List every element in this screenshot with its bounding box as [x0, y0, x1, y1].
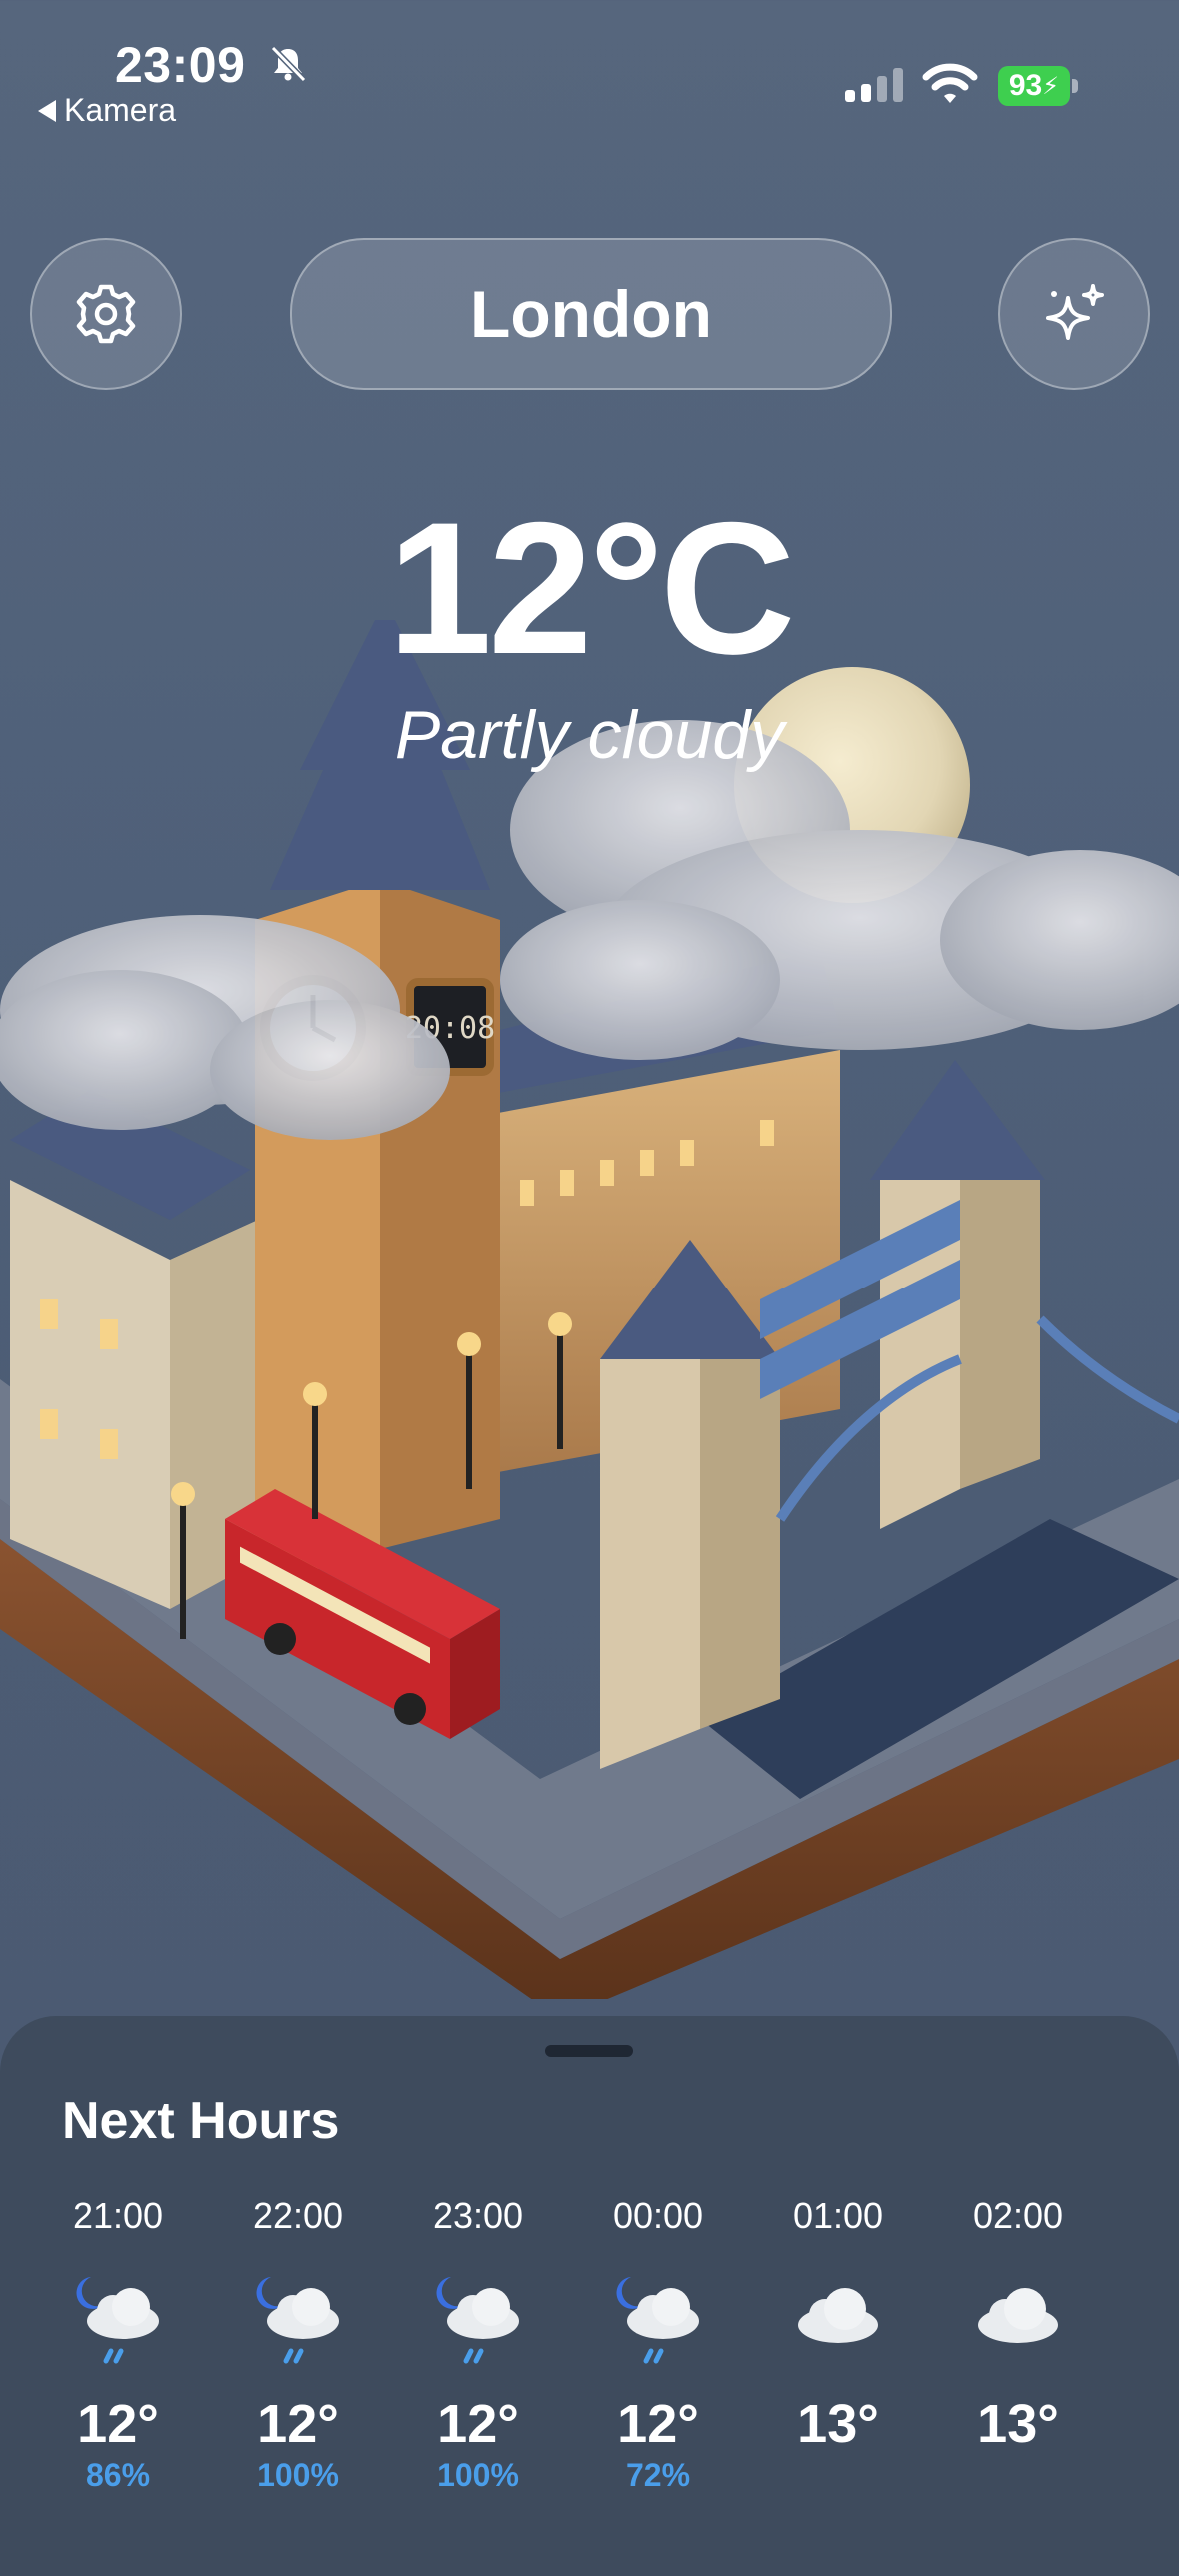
moon-cloud-rain-icon: [616, 2277, 699, 2364]
gear-icon: [76, 284, 136, 344]
moon-cloud-rain-icon: [76, 2277, 159, 2364]
hour-time: 22:00: [252, 2195, 344, 2236]
current-condition: Partly cloudy: [394, 697, 785, 773]
hour-item: 23:00 12° 100%: [388, 2195, 568, 2497]
hour-time: 23:00: [432, 2195, 524, 2236]
status-time: 23:09: [115, 37, 246, 93]
hour-time: 01:00: [792, 2195, 884, 2236]
hour-precip: 100%: [257, 2457, 339, 2493]
back-to-app-link[interactable]: Kamera: [38, 92, 176, 129]
hour-temp: 13°: [797, 2394, 879, 2454]
hour-item: 01:00 13°: [748, 2195, 928, 2497]
ai-sparkles-button[interactable]: [998, 238, 1150, 390]
back-arrow-icon: [38, 99, 56, 122]
moon-cloud-rain-icon: [436, 2277, 519, 2364]
hour-precip: 86%: [85, 2457, 151, 2493]
settings-button[interactable]: [30, 238, 182, 390]
hour-temp: 13°: [977, 2394, 1059, 2454]
hour-item: 22:00 12° 100%: [208, 2195, 388, 2497]
wifi-icon: [922, 63, 978, 103]
city-selector-button[interactable]: London: [290, 238, 892, 390]
battery-icon: 93 ⚡: [998, 66, 1078, 106]
hour-item: 02:00 13°: [928, 2195, 1108, 2497]
hour-item: 21:00 12° 86%: [28, 2195, 208, 2497]
hour-precip: 72%: [625, 2457, 691, 2493]
battery-level: 93: [1008, 69, 1043, 102]
muted-bell-icon: [270, 45, 307, 83]
cellular-signal-icon: [845, 68, 903, 102]
moon-cloud-rain-icon: [256, 2277, 339, 2364]
hour-item: 00:00 12° 72%: [568, 2195, 748, 2497]
hour-temp: 12°: [437, 2394, 519, 2454]
cloud-icon: [978, 2288, 1058, 2343]
sheet-drag-handle[interactable]: [545, 2045, 633, 2057]
next-hours-title: Next Hours: [62, 2092, 340, 2150]
hour-temp: 12°: [617, 2394, 699, 2454]
back-app-label: Kamera: [64, 92, 177, 128]
hour-temp: 12°: [77, 2394, 159, 2454]
hour-precip: 100%: [437, 2457, 519, 2493]
hour-time: 02:00: [972, 2195, 1064, 2236]
hour-time: 21:00: [72, 2195, 164, 2236]
current-temperature: 12°C: [387, 483, 795, 693]
city-name: London: [470, 277, 712, 351]
hour-time: 00:00: [612, 2195, 704, 2236]
hourly-forecast-list[interactable]: 21:00 12° 86% 22:00 12° 100% 23:00 12° 1…: [28, 2195, 1164, 2497]
london-diorama-illustration: 20:08: [0, 620, 1179, 1999]
cloud-icon: [798, 2288, 878, 2343]
sparkles-icon: [1046, 284, 1104, 340]
hour-temp: 12°: [257, 2394, 339, 2454]
